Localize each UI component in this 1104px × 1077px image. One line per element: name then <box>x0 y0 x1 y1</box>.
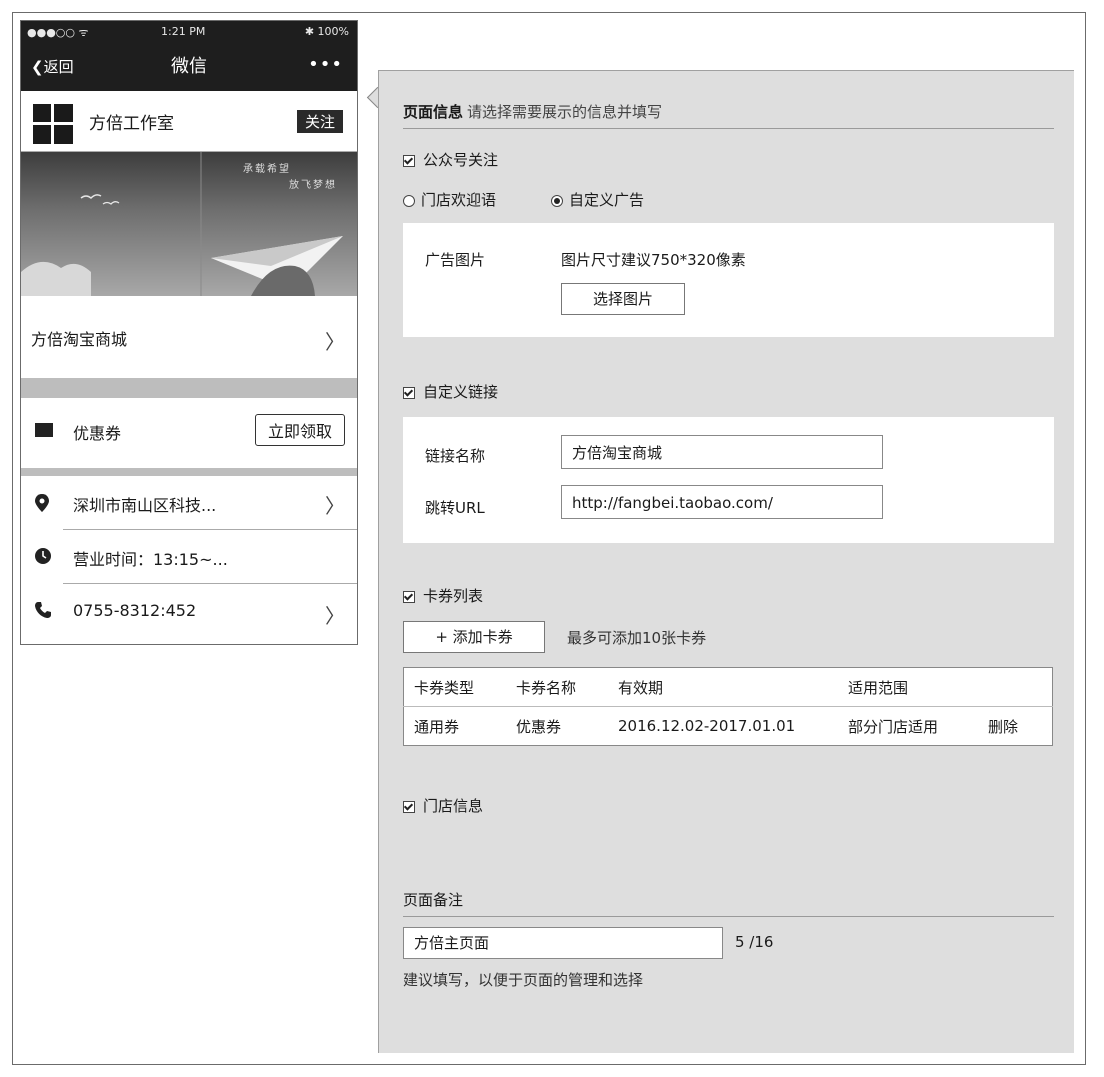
card-type-cell: 通用券 <box>414 717 460 736</box>
page-settings-panel: 页面信息 请选择需要展示的信息并填写 公众号关注 门店欢迎语 自定义广告 广告图片… <box>378 70 1074 1053</box>
hours-row: 营业时间：13:15~... <box>21 530 357 584</box>
col-card-type: 卡券类型 <box>403 667 506 707</box>
card-limit-hint: 最多可添加10张卡券 <box>567 629 707 647</box>
status-bar: ●●●○○ ᯤ 1:21 PM ✱ 100% <box>21 21 357 43</box>
custom-link-label: 自定义链接 <box>423 383 499 401</box>
chevron-right-icon: 〉 <box>325 604 345 628</box>
section-gap <box>21 378 357 398</box>
scope-cell: 部分门店适用 <box>848 717 939 736</box>
page-note-title: 页面备注 <box>403 891 464 909</box>
link-name-label: 链接名称 <box>425 447 486 465</box>
redirect-url-input[interactable]: http://fangbei.taobao.com/ <box>561 485 883 519</box>
radio-custom-ad[interactable]: 自定义广告 <box>551 189 644 210</box>
page-info-header: 页面信息 请选择需要展示的信息并填写 <box>403 101 1054 129</box>
card-name-cell: 优惠券 <box>516 717 562 736</box>
follow-checkbox[interactable]: 公众号关注 <box>403 149 498 170</box>
card-list-checkbox[interactable]: 卡券列表 <box>403 585 483 606</box>
store-info-label: 门店信息 <box>423 797 484 815</box>
page-info-hint: 请选择需要展示的信息并填写 <box>467 103 663 121</box>
banner-slogan-1: 承载希望 <box>243 164 291 175</box>
add-card-button[interactable]: + 添加卡券 <box>403 621 545 653</box>
coupon-row: 优惠券 立即领取 <box>21 398 357 468</box>
ad-image-label: 广告图片 <box>425 251 486 269</box>
redirect-url-label: 跳转URL <box>425 499 485 517</box>
clock-icon <box>35 548 51 564</box>
claim-coupon-button[interactable]: 立即领取 <box>254 414 345 446</box>
chevron-right-icon: 〉 <box>325 330 345 354</box>
coupon-icon <box>35 423 53 437</box>
status-time: 1:21 PM <box>161 25 206 38</box>
more-menu-icon[interactable]: ••• <box>308 54 343 75</box>
validity-cell: 2016.12.02-2017.01.01 <box>618 717 796 735</box>
col-action <box>978 667 1053 707</box>
note-char-count: 5 /16 <box>735 933 774 951</box>
card-table-header: 卡券类型 卡券名称 有效期 适用范围 <box>403 667 1053 707</box>
ad-banner-image[interactable]: 承载希望 放飞梦想 <box>21 152 357 296</box>
checkbox-checked-icon <box>403 800 415 813</box>
custom-link-section: 链接名称 方倍淘宝商城 跳转URL http://fangbei.taobao.… <box>403 417 1054 543</box>
col-card-name: 卡券名称 <box>506 667 608 707</box>
page-info-title: 页面信息 <box>403 103 464 121</box>
coupon-label: 优惠券 <box>73 424 122 443</box>
input-note[interactable]: 方倍主页面 <box>403 927 723 959</box>
location-pin-icon <box>35 494 49 512</box>
note-hint: 建议填写，以便于页面的管理和选择 <box>403 971 644 989</box>
battery-indicator: ✱ 100% <box>304 25 349 38</box>
page-note-header: 页面备注 <box>403 889 1054 917</box>
checkbox-checked-icon <box>403 590 415 603</box>
shop-link-label: 方倍淘宝商城 <box>31 330 128 349</box>
col-validity: 有效期 <box>608 667 838 707</box>
wechat-nav-bar: ❮返回 微信 ••• <box>21 43 357 91</box>
col-scope: 适用范围 <box>838 667 978 707</box>
banner-slogan-2: 放飞梦想 <box>289 180 337 191</box>
phone-preview: ●●●○○ ᯤ 1:21 PM ✱ 100% ❮返回 微信 ••• 方倍工作室 … <box>20 20 358 645</box>
radio-store-welcome[interactable]: 门店欢迎语 <box>403 189 496 210</box>
nav-title: 微信 <box>171 56 207 77</box>
card-table: 卡券类型 卡券名称 有效期 适用范围 通用券 优惠券 2016.12.02-20… <box>403 667 1053 746</box>
link-name-input[interactable]: 方倍淘宝商城 <box>561 435 883 469</box>
account-name: 方倍工作室 <box>89 114 174 134</box>
signal-indicator: ●●●○○ ᯤ <box>27 26 89 39</box>
shop-link-row[interactable]: 方倍淘宝商城 〉 <box>21 296 357 378</box>
account-logo <box>33 104 73 144</box>
phone-icon <box>35 602 51 618</box>
ad-image-size-hint: 图片尺寸建议750*320像素 <box>561 251 746 269</box>
tab-custom-link-checkbox[interactable]: 自定义链接 <box>403 381 498 402</box>
table-row: 通用券 优惠券 2016.12.02-2017.01.01 部分门店适用 删除 <box>404 707 1053 746</box>
store-info-checkbox[interactable]: 门店信息 <box>403 795 483 816</box>
store-hours: 营业时间：13:15~... <box>73 550 228 569</box>
delete-card-link[interactable]: 删除 <box>978 707 1053 746</box>
follow-button[interactable]: 关注 <box>296 110 343 133</box>
radio-store-welcome-label: 门店欢迎语 <box>421 191 497 209</box>
checkbox-checked-icon <box>403 386 415 399</box>
chevron-right-icon: 〉 <box>325 494 345 518</box>
store-address: 深圳市南山区科技... <box>73 496 217 515</box>
choose-image-button[interactable]: 选择图片 <box>561 283 685 315</box>
ad-image-section: 广告图片 图片尺寸建议750*320像素 选择图片 <box>403 223 1054 337</box>
section-gap <box>21 468 357 476</box>
radio-custom-ad-label: 自定义广告 <box>569 191 645 209</box>
radio-selected-icon <box>551 194 563 207</box>
phone-row[interactable]: 0755-8312:452 〉 <box>21 584 357 640</box>
card-list-label: 卡券列表 <box>423 587 484 605</box>
store-phone: 0755-8312:452 <box>73 601 197 620</box>
address-row[interactable]: 深圳市南山区科技... 〉 <box>21 476 357 530</box>
follow-checkbox-label: 公众号关注 <box>423 151 499 169</box>
account-header: 方倍工作室 关注 <box>21 91 357 152</box>
checkbox-checked-icon <box>403 154 415 167</box>
radio-unselected-icon <box>403 194 415 207</box>
paper-plane-illustration <box>21 152 343 296</box>
